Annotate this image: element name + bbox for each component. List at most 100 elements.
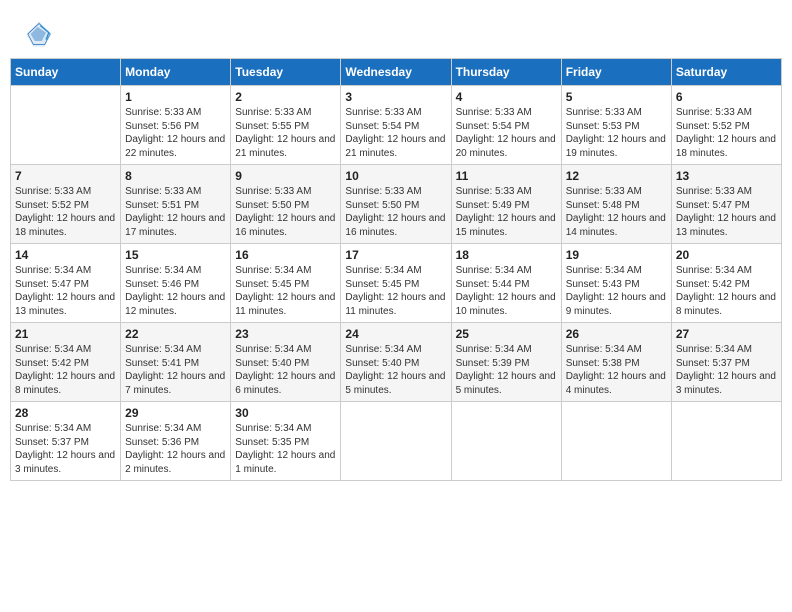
day-number: 3 [345, 90, 446, 104]
day-number: 12 [566, 169, 667, 183]
day-info: Sunrise: 5:33 AM Sunset: 5:50 PM Dayligh… [235, 185, 336, 239]
day-number: 14 [15, 248, 116, 262]
day-header-sunday: Sunday [11, 59, 121, 86]
day-info: Sunrise: 5:34 AM Sunset: 5:38 PM Dayligh… [566, 343, 667, 397]
calendar-cell: 23 Sunrise: 5:34 AM Sunset: 5:40 PM Dayli… [231, 323, 341, 402]
day-info: Sunrise: 5:33 AM Sunset: 5:54 PM Dayligh… [456, 106, 557, 160]
day-info: Sunrise: 5:33 AM Sunset: 5:52 PM Dayligh… [676, 106, 777, 160]
day-info: Sunrise: 5:34 AM Sunset: 5:45 PM Dayligh… [235, 264, 336, 318]
calendar-header-row: SundayMondayTuesdayWednesdayThursdayFrid… [11, 59, 782, 86]
day-info: Sunrise: 5:34 AM Sunset: 5:40 PM Dayligh… [345, 343, 446, 397]
day-number: 27 [676, 327, 777, 341]
calendar-week-1: 1Sunrise: 5:33 AM Sunset: 5:56 PM Daylig… [11, 86, 782, 165]
calendar-cell: 30 Sunrise: 5:34 AM Sunset: 5:35 PM Dayli… [231, 402, 341, 481]
day-info: Sunrise: 5:34 AM Sunset: 5:36 PM Dayligh… [125, 422, 226, 476]
day-info: Sunrise: 5:34 AM Sunset: 5:40 PM Dayligh… [235, 343, 336, 397]
day-number: 29 [125, 406, 226, 420]
day-number: 19 [566, 248, 667, 262]
day-info: Sunrise: 5:34 AM Sunset: 5:46 PM Dayligh… [125, 264, 226, 318]
day-header-saturday: Saturday [671, 59, 781, 86]
day-number: 30 [235, 406, 336, 420]
page-header [10, 10, 782, 53]
day-number: 16 [235, 248, 336, 262]
calendar-week-4: 21Sunrise: 5:34 AM Sunset: 5:42 PM Dayli… [11, 323, 782, 402]
day-header-friday: Friday [561, 59, 671, 86]
calendar-week-5: 28 Sunrise: 5:34 AM Sunset: 5:37 PM Dayli… [11, 402, 782, 481]
day-info: Sunrise: 5:33 AM Sunset: 5:50 PM Dayligh… [345, 185, 446, 239]
day-info: Sunrise: 5:33 AM Sunset: 5:54 PM Dayligh… [345, 106, 446, 160]
day-number: 9 [235, 169, 336, 183]
calendar-cell: 25 Sunrise: 5:34 AM Sunset: 5:39 PM Dayli… [451, 323, 561, 402]
calendar-cell: 26 Sunrise: 5:34 AM Sunset: 5:38 PM Dayli… [561, 323, 671, 402]
day-info: Sunrise: 5:33 AM Sunset: 5:48 PM Dayligh… [566, 185, 667, 239]
calendar-cell: 19 Sunrise: 5:34 AM Sunset: 5:43 PM Dayli… [561, 244, 671, 323]
calendar-cell: 7 Sunrise: 5:33 AM Sunset: 5:52 PM Daylig… [11, 165, 121, 244]
calendar-cell: 12 Sunrise: 5:33 AM Sunset: 5:48 PM Dayli… [561, 165, 671, 244]
calendar-cell: 4 Sunrise: 5:33 AM Sunset: 5:54 PM Daylig… [451, 86, 561, 165]
calendar-cell: 21Sunrise: 5:34 AM Sunset: 5:42 PM Dayli… [11, 323, 121, 402]
day-number: 8 [125, 169, 226, 183]
calendar-cell [561, 402, 671, 481]
logo-icon [25, 20, 53, 48]
day-info: Sunrise: 5:34 AM Sunset: 5:39 PM Dayligh… [456, 343, 557, 397]
day-info: Sunrise: 5:33 AM Sunset: 5:55 PM Dayligh… [235, 106, 336, 160]
calendar-cell: 15 Sunrise: 5:34 AM Sunset: 5:46 PM Dayli… [121, 244, 231, 323]
day-header-tuesday: Tuesday [231, 59, 341, 86]
calendar-cell: 17 Sunrise: 5:34 AM Sunset: 5:45 PM Dayli… [341, 244, 451, 323]
calendar-cell: 10 Sunrise: 5:33 AM Sunset: 5:50 PM Dayli… [341, 165, 451, 244]
calendar-cell: 14 Sunrise: 5:34 AM Sunset: 5:47 PM Dayli… [11, 244, 121, 323]
day-number: 2 [235, 90, 336, 104]
day-number: 17 [345, 248, 446, 262]
day-header-wednesday: Wednesday [341, 59, 451, 86]
day-info: Sunrise: 5:33 AM Sunset: 5:56 PM Dayligh… [125, 106, 226, 160]
calendar-cell: 3 Sunrise: 5:33 AM Sunset: 5:54 PM Daylig… [341, 86, 451, 165]
day-number: 26 [566, 327, 667, 341]
calendar-cell: 22Sunrise: 5:34 AM Sunset: 5:41 PM Dayli… [121, 323, 231, 402]
logo [25, 20, 57, 48]
day-number: 18 [456, 248, 557, 262]
day-number: 28 [15, 406, 116, 420]
calendar-cell: 2 Sunrise: 5:33 AM Sunset: 5:55 PM Daylig… [231, 86, 341, 165]
day-number: 4 [456, 90, 557, 104]
calendar-cell: 27 Sunrise: 5:34 AM Sunset: 5:37 PM Dayli… [671, 323, 781, 402]
day-info: Sunrise: 5:33 AM Sunset: 5:51 PM Dayligh… [125, 185, 226, 239]
day-number: 13 [676, 169, 777, 183]
calendar-cell: 28 Sunrise: 5:34 AM Sunset: 5:37 PM Dayli… [11, 402, 121, 481]
day-info: Sunrise: 5:34 AM Sunset: 5:35 PM Dayligh… [235, 422, 336, 476]
calendar-cell: 6 Sunrise: 5:33 AM Sunset: 5:52 PM Daylig… [671, 86, 781, 165]
calendar-cell: 9 Sunrise: 5:33 AM Sunset: 5:50 PM Daylig… [231, 165, 341, 244]
day-info: Sunrise: 5:34 AM Sunset: 5:41 PM Dayligh… [125, 343, 226, 397]
calendar-cell [671, 402, 781, 481]
calendar-table: SundayMondayTuesdayWednesdayThursdayFrid… [10, 58, 782, 481]
day-info: Sunrise: 5:34 AM Sunset: 5:37 PM Dayligh… [676, 343, 777, 397]
day-info: Sunrise: 5:33 AM Sunset: 5:53 PM Dayligh… [566, 106, 667, 160]
calendar-cell [341, 402, 451, 481]
calendar-cell [11, 86, 121, 165]
day-info: Sunrise: 5:34 AM Sunset: 5:37 PM Dayligh… [15, 422, 116, 476]
day-number: 21 [15, 327, 116, 341]
day-number: 7 [15, 169, 116, 183]
calendar-cell: 24 Sunrise: 5:34 AM Sunset: 5:40 PM Dayli… [341, 323, 451, 402]
calendar-cell: 16 Sunrise: 5:34 AM Sunset: 5:45 PM Dayli… [231, 244, 341, 323]
day-info: Sunrise: 5:33 AM Sunset: 5:49 PM Dayligh… [456, 185, 557, 239]
day-info: Sunrise: 5:34 AM Sunset: 5:45 PM Dayligh… [345, 264, 446, 318]
day-info: Sunrise: 5:34 AM Sunset: 5:44 PM Dayligh… [456, 264, 557, 318]
day-info: Sunrise: 5:34 AM Sunset: 5:47 PM Dayligh… [15, 264, 116, 318]
day-number: 5 [566, 90, 667, 104]
day-info: Sunrise: 5:34 AM Sunset: 5:43 PM Dayligh… [566, 264, 667, 318]
day-info: Sunrise: 5:33 AM Sunset: 5:52 PM Dayligh… [15, 185, 116, 239]
calendar-cell: 5 Sunrise: 5:33 AM Sunset: 5:53 PM Daylig… [561, 86, 671, 165]
day-number: 20 [676, 248, 777, 262]
day-number: 10 [345, 169, 446, 183]
day-header-monday: Monday [121, 59, 231, 86]
calendar-cell: 11Sunrise: 5:33 AM Sunset: 5:49 PM Dayli… [451, 165, 561, 244]
day-number: 25 [456, 327, 557, 341]
calendar-cell: 1Sunrise: 5:33 AM Sunset: 5:56 PM Daylig… [121, 86, 231, 165]
day-number: 15 [125, 248, 226, 262]
day-number: 6 [676, 90, 777, 104]
calendar-cell: 20Sunrise: 5:34 AM Sunset: 5:42 PM Dayli… [671, 244, 781, 323]
calendar-week-3: 14 Sunrise: 5:34 AM Sunset: 5:47 PM Dayli… [11, 244, 782, 323]
day-number: 24 [345, 327, 446, 341]
calendar-cell: 29 Sunrise: 5:34 AM Sunset: 5:36 PM Dayli… [121, 402, 231, 481]
day-number: 23 [235, 327, 336, 341]
